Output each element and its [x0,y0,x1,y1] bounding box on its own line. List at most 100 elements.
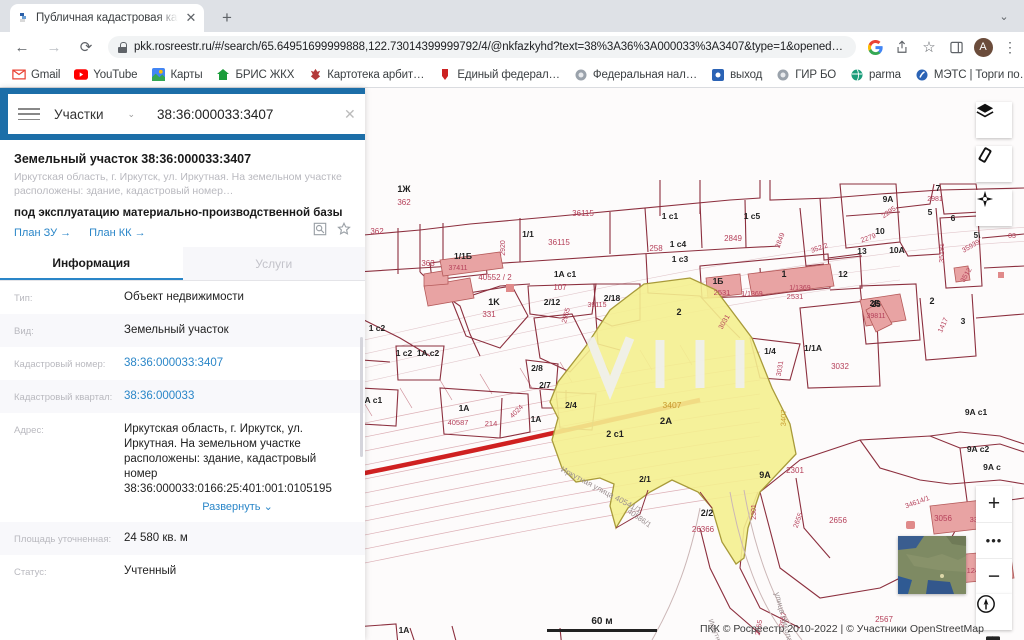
bookmark-label: Картотека арбит… [327,68,425,81]
result-actions [313,221,351,239]
scale-label: 60 м [591,616,613,627]
search-info-panel: Участки ⌄ ✕ ‹ Земельный участок 38:36:00… [0,88,365,640]
panel-tabs: Информация Услуги [0,247,365,281]
ruler-icon[interactable] [976,146,1012,182]
bookmark-label: Карты [170,68,203,81]
satellite-minimap[interactable] [898,536,966,594]
zoom-presets-button[interactable]: ••• [976,522,1012,558]
avatar: A [973,37,993,57]
result-subtitle: Иркутская область, г. Иркутск, ул. Иркут… [14,171,342,197]
bookmark-parma[interactable]: parma [844,66,907,84]
browser-chrome: Публичная кадастровая карт ✕ + ⌄ ← → ⟳ p… [0,0,1024,88]
bookmark-star-icon[interactable]: ☆ [916,34,942,60]
bookmark-label: Федеральная нал… [592,68,698,81]
panel-scrollbar[interactable] [360,337,363,457]
tab-services[interactable]: Услуги [182,247,365,280]
profile-avatar[interactable]: A [970,34,996,60]
bookmark-edinyi-federal[interactable]: Единый федерал… [432,66,566,84]
bookmark-vyhod[interactable]: выход [705,66,768,84]
gray-circle-icon [776,68,790,82]
row-key: Статус: [14,567,47,577]
layers-control[interactable] [976,102,1012,138]
zoom-out-button[interactable]: − [976,558,1012,594]
bookmark-kartoteka[interactable]: Картотека арбит… [302,66,430,84]
bookmark-gmail[interactable]: Gmail [6,66,66,84]
map-scale-bar: 60 м [547,616,657,632]
browser-tab[interactable]: Публичная кадастровая карт ✕ [10,4,204,32]
gray-circle-icon [574,68,588,82]
locate-control[interactable] [976,190,1012,226]
expand-address-button[interactable]: Развернуть ⌄ [124,500,351,513]
search-plan-icon[interactable] [313,222,327,239]
crosshair-icon[interactable] [976,190,1012,226]
new-tab-button[interactable]: + [216,7,238,29]
tab-strip: Публичная кадастровая карт ✕ + ⌄ [0,0,1024,32]
search-bar: Участки ⌄ ✕ ‹ [0,88,365,140]
bookmark-label: БРИС ЖКХ [235,68,295,81]
house-icon [216,68,230,82]
bookmark-label: YouTube [93,68,138,81]
google-icon[interactable] [862,34,888,60]
chevron-down-icon[interactable]: ⌄ [128,109,136,120]
browser-menu-icon[interactable]: ⋮ [997,34,1023,60]
row-key: Тип: [14,293,33,304]
bookmark-label: ГИР БО [795,68,837,81]
result-usage: под эксплуатацию материально-производств… [14,207,343,219]
blue-circle-icon [915,68,929,82]
forward-button[interactable]: → [40,33,68,61]
address-bar[interactable]: pkk.rosreestr.ru/#/search/65.64951699999… [108,36,856,58]
youtube-icon [74,68,89,82]
browser-window: Публичная кадастровая карт ✕ + ⌄ ← → ⟳ p… [0,0,1024,640]
eagle-icon [308,68,322,82]
table-row: Кадастровый квартал: 38:36:000033 [0,380,365,413]
favorite-star-icon[interactable] [337,221,351,239]
info-table: Тип: Объект недвижимости Вид: Земельный … [0,281,365,577]
close-icon[interactable]: ✕ [184,11,198,25]
zoom-control[interactable]: + ••• − [976,486,1012,594]
plan-zu-link[interactable]: План ЗУ → [14,227,71,239]
table-row: Статус: Учтенный [0,555,365,577]
row-key: Адрес: [14,425,44,436]
tab-information[interactable]: Информация [0,247,183,280]
measure-control[interactable] [976,146,1012,182]
side-panel-icon[interactable] [943,34,969,60]
plan-kk-link[interactable]: План КК → [89,227,145,239]
bookmark-label: МЭТС | Торги по… [933,68,1024,81]
search-result-card: Земельный участок 38:36:000033:3407 Ирку… [0,140,365,247]
url-text: pkk.rosreestr.ru/#/search/65.64951699999… [134,41,843,53]
layers-icon[interactable] [976,102,1012,138]
search-input[interactable] [157,106,335,122]
share-icon[interactable] [889,34,915,60]
globe-icon [850,68,864,82]
row-value: Объект недвижимости [124,291,244,303]
back-button[interactable]: ← [8,33,36,61]
row-value[interactable]: 38:36:000033:3407 [124,356,351,371]
table-row: Кадастровый номер: 38:36:000033:3407 [0,347,365,380]
bookmark-gir-bo[interactable]: ГИР БО [770,66,842,84]
bookmark-bris-zhkh[interactable]: БРИС ЖКХ [210,66,300,84]
gmail-icon [12,68,26,82]
row-value: Учтенный [124,565,177,577]
zoom-in-button[interactable]: + [976,486,1012,522]
blue-square-icon [711,68,725,82]
tab-title: Публичная кадастровая карт [36,12,178,24]
row-value[interactable]: 38:36:000033 [124,389,351,404]
bookmark-youtube[interactable]: YouTube [68,66,143,84]
bookmark-mets[interactable]: МЭТС | Торги по… [909,66,1024,84]
bookmark-maps[interactable]: Карты [145,66,208,84]
table-row: Адрес: Иркутская область, г. Иркутск, ул… [0,413,365,522]
result-title: Земельный участок 38:36:000033:3407 [14,152,252,166]
bookmark-label: Единый федерал… [457,68,560,81]
bookmark-federal-nalog[interactable]: Федеральная нал… [568,66,703,84]
search-box[interactable]: Участки ⌄ ✕ [8,94,365,134]
clear-icon[interactable]: ✕ [338,106,362,123]
search-scope-label[interactable]: Участки [54,107,104,122]
row-key: Кадастровый номер: [14,359,106,370]
bookmark-label: parma [869,68,901,81]
reload-button[interactable]: ⟳ [72,33,100,61]
row-value: 24 580 кв. м [124,532,188,544]
table-row: Площадь уточненная: 24 580 кв. м [0,522,365,555]
window-minimize-button[interactable]: ⌄ [994,8,1014,26]
hamburger-icon[interactable] [18,106,40,122]
table-row: Вид: Земельный участок [0,314,365,347]
